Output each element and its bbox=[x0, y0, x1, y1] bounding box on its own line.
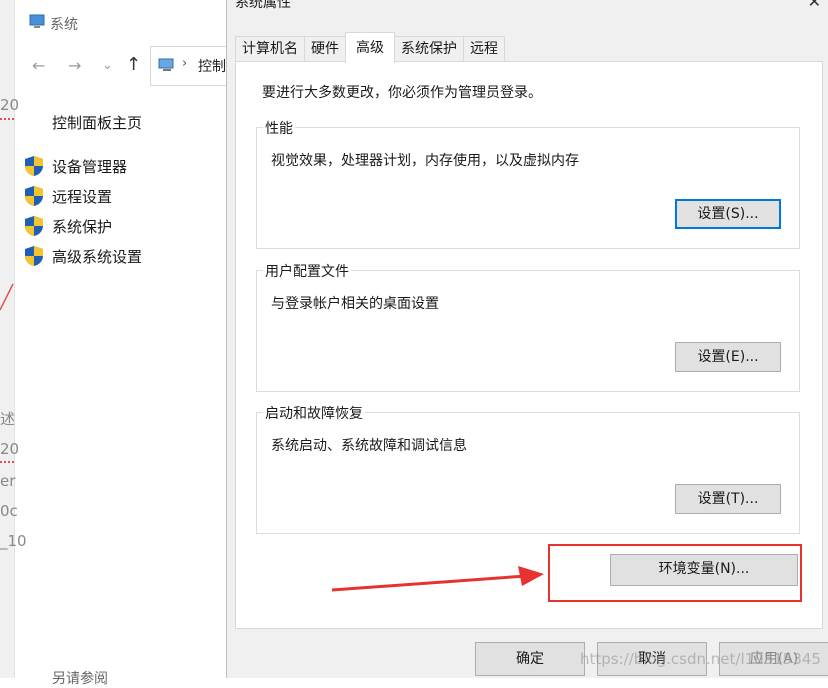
shield-icon bbox=[25, 216, 43, 236]
forward-button[interactable]: → bbox=[68, 56, 81, 75]
sidebar-item-remote-settings[interactable]: 远程设置 bbox=[24, 185, 112, 207]
control-panel-icon bbox=[158, 58, 174, 71]
performance-group: 性能 视觉效果，处理器计划，内存使用，以及虚拟内存 设置(S)... bbox=[256, 118, 800, 249]
see-also-label: 另请参阅 bbox=[52, 671, 108, 687]
sidebar-item-label: 系统保护 bbox=[52, 217, 113, 236]
computer-icon bbox=[29, 14, 45, 28]
red-arrow-annotation bbox=[331, 566, 544, 592]
shield-icon bbox=[25, 156, 43, 176]
shield-icon bbox=[25, 186, 43, 206]
tab-computer-name[interactable]: 计算机名 bbox=[235, 36, 305, 61]
tab-advanced[interactable]: 高级 bbox=[345, 32, 395, 63]
red-annotation-line bbox=[0, 283, 14, 311]
window-title: 系统 bbox=[50, 17, 78, 33]
close-icon[interactable]: ✕ bbox=[808, 0, 821, 11]
ok-button[interactable]: 确定 bbox=[475, 642, 585, 676]
spellcheck-underline bbox=[0, 116, 14, 120]
watermark: https://blog.csdn.net/l10515345 bbox=[580, 650, 821, 668]
admin-notice: 要进行大多数更改，你必须作为管理员登录。 bbox=[262, 85, 542, 101]
left-fragment: er bbox=[0, 472, 16, 490]
control-panel-home-link[interactable]: 控制面板主页 bbox=[52, 112, 142, 133]
group-description: 与登录帐户相关的桌面设置 bbox=[271, 296, 439, 312]
breadcrumb-separator: › bbox=[182, 56, 188, 71]
performance-settings-button[interactable]: 设置(S)... bbox=[675, 199, 781, 229]
group-description: 视觉效果，处理器计划，内存使用，以及虚拟内存 bbox=[271, 153, 579, 169]
highlight-box bbox=[548, 544, 802, 602]
left-fragment: _10 bbox=[0, 532, 27, 550]
up-button[interactable]: ↑ bbox=[126, 54, 141, 75]
tab-remote[interactable]: 远程 bbox=[463, 36, 505, 61]
tab-system-protection[interactable]: 系统保护 bbox=[394, 36, 464, 61]
group-description: 系统启动、系统故障和调试信息 bbox=[271, 438, 467, 454]
group-title: 用户配置文件 bbox=[263, 261, 351, 281]
sidebar-item-advanced-system-settings[interactable]: 高级系统设置 bbox=[24, 245, 142, 267]
back-button[interactable]: ← bbox=[32, 56, 45, 75]
startup-recovery-group: 启动和故障恢复 系统启动、系统故障和调试信息 设置(T)... bbox=[256, 403, 800, 534]
sidebar-item-system-protection[interactable]: 系统保护 bbox=[24, 215, 112, 237]
left-fragment: 述 bbox=[0, 410, 16, 428]
left-fragment: 0c bbox=[0, 502, 18, 520]
sidebar-item-device-manager[interactable]: 设备管理器 bbox=[24, 155, 127, 177]
tab-hardware[interactable]: 硬件 bbox=[304, 36, 346, 61]
system-window bbox=[14, 0, 227, 678]
tab-bar: 计算机名 硬件 高级 系统保护 远程 bbox=[235, 32, 505, 63]
breadcrumb-control-panel[interactable]: 控制 bbox=[198, 56, 226, 76]
sidebar-item-label: 设备管理器 bbox=[52, 157, 128, 176]
left-fragment: 20 bbox=[0, 440, 20, 458]
user-profiles-settings-button[interactable]: 设置(E)... bbox=[675, 342, 781, 372]
sidebar-item-label: 高级系统设置 bbox=[52, 247, 143, 266]
group-title: 性能 bbox=[263, 118, 295, 138]
left-fragment: 20 bbox=[0, 96, 20, 114]
shield-icon bbox=[25, 246, 43, 266]
spellcheck-underline bbox=[0, 459, 14, 463]
group-title: 启动和故障恢复 bbox=[263, 403, 365, 423]
recent-dropdown-button[interactable]: ⌄ bbox=[102, 58, 113, 73]
dialog-title: 系统属性 bbox=[235, 0, 291, 11]
sidebar-item-label: 远程设置 bbox=[52, 187, 113, 206]
user-profiles-group: 用户配置文件 与登录帐户相关的桌面设置 设置(E)... bbox=[256, 261, 800, 392]
startup-recovery-settings-button[interactable]: 设置(T)... bbox=[675, 484, 781, 514]
